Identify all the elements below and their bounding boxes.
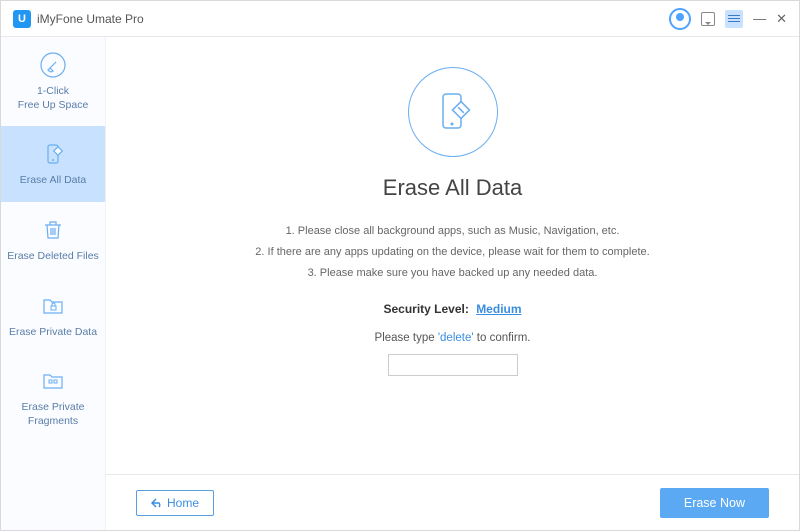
sidebar-item-free-up-space[interactable]: 1-Click Free Up Space xyxy=(1,37,105,126)
sidebar-item-label: Erase Private Data xyxy=(9,326,97,340)
instruction-line: 2. If there are any apps updating on the… xyxy=(255,242,649,263)
instructions: 1. Please close all background apps, suc… xyxy=(255,221,649,284)
confirm-keyword: 'delete' xyxy=(438,332,474,344)
broom-icon xyxy=(39,51,67,79)
app-logo: U xyxy=(13,10,31,28)
sidebar-item-label: Erase Private Fragments xyxy=(21,401,84,428)
erase-now-button[interactable]: Erase Now xyxy=(660,488,769,518)
trash-icon xyxy=(39,216,67,244)
sidebar-item-erase-deleted-files[interactable]: Erase Deleted Files xyxy=(1,202,105,278)
titlebar: U iMyFone Umate Pro — ✕ xyxy=(1,1,799,37)
page-heading: Erase All Data xyxy=(383,175,522,201)
security-level: Security Level: Medium xyxy=(383,302,521,316)
minimize-button[interactable]: — xyxy=(753,11,766,26)
home-button-label: Home xyxy=(167,496,199,510)
sidebar-item-label: Erase Deleted Files xyxy=(7,250,99,264)
sidebar-item-erase-private-data[interactable]: Erase Private Data xyxy=(1,278,105,354)
sidebar-item-erase-private-fragments[interactable]: Erase Private Fragments xyxy=(1,353,105,442)
app-title: iMyFone Umate Pro xyxy=(37,12,144,26)
confirm-prefix: Please type xyxy=(375,332,435,344)
confirm-input[interactable] xyxy=(388,354,518,376)
sidebar-item-label: Erase All Data xyxy=(20,174,87,188)
confirm-suffix: to confirm. xyxy=(477,332,531,344)
erase-all-data-illustration xyxy=(408,67,498,157)
confirm-instruction: Please type 'delete' to confirm. xyxy=(375,332,531,344)
security-level-link[interactable]: Medium xyxy=(476,302,521,316)
phone-erase-icon xyxy=(39,140,67,168)
account-icon[interactable] xyxy=(669,8,691,30)
sidebar-item-label: 1-Click Free Up Space xyxy=(18,85,89,112)
folder-lock-icon xyxy=(39,292,67,320)
security-level-label: Security Level: xyxy=(383,302,468,316)
home-button[interactable]: Home xyxy=(136,490,214,516)
close-button[interactable]: ✕ xyxy=(776,11,787,27)
footer: Home Erase Now xyxy=(106,474,799,530)
folder-fragments-icon xyxy=(39,367,67,395)
main-panel: Erase All Data 1. Please close all backg… xyxy=(106,37,799,530)
menu-icon[interactable] xyxy=(725,10,743,28)
sidebar-item-erase-all-data[interactable]: Erase All Data xyxy=(1,126,105,202)
back-arrow-icon xyxy=(151,498,163,508)
feedback-icon[interactable] xyxy=(701,12,715,26)
instruction-line: 3. Please make sure you have backed up a… xyxy=(255,263,649,284)
sidebar: 1-Click Free Up Space Erase All Data Era… xyxy=(1,37,106,530)
instruction-line: 1. Please close all background apps, suc… xyxy=(255,221,649,242)
